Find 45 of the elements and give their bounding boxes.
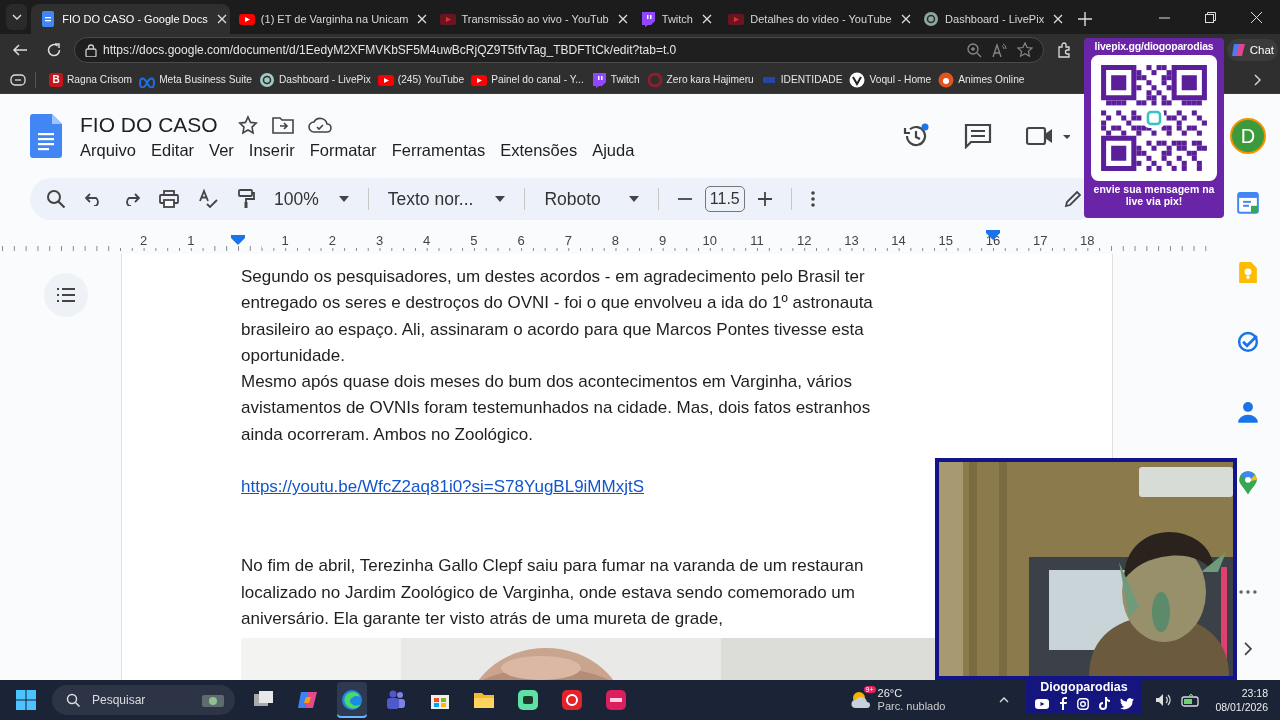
paragraph: Mesmo após quase dois meses do bum dos acontecimentos em Varginha, vários avistamentos de OVNIs foram testemunhados na cidade. Mas, dois fatos estranhos ainda ocorreram. Ambos no Zoológico. [241,371,872,446]
bookmark[interactable]: (245) YouTube [375,69,467,90]
clock-date[interactable]: 08/01/2026 [1215,700,1268,714]
menu-item[interactable]: Extensões [500,140,578,160]
weather-condition: Parc. nublado [877,700,946,713]
paragraph: Segundo os pesquisadores, um destes acordos - em agradecimento pelo Brasil ter entregado os seres e destroços do OVNI - foi o que envolveu a ida do 1º astronauta brasileiro ao espaço. Ali, assinaram o acordo para que Marcos Pontes tivesse esta oportunidade. [241,266,874,367]
font-size-field[interactable]: 11.5 [704,186,745,212]
chat-button[interactable]: Chat [1226,39,1278,61]
bookmark[interactable]: Zero kara Hajimeru [644,69,756,90]
bookmark[interactable]: Painel do canal - Y... [469,69,586,90]
menu-item[interactable]: Editar [150,140,195,160]
livepix-url: livepix.gg/diogoparodias [1094,40,1214,52]
font-dropdown[interactable]: Roboto [544,188,639,210]
zoom-dropdown[interactable]: 100% [274,188,349,210]
menu-item[interactable]: Inserir [248,140,295,160]
bookmark[interactable]: Twitch [588,69,642,90]
menu-item[interactable]: Ver [209,140,234,160]
bookmark[interactable]: Meta Business Suite [137,69,254,90]
browser-tab[interactable]: (1) ET de Varginha na Unicam [229,4,431,34]
browser-tab[interactable]: Detalhes do vídeo - YouTube [719,4,915,34]
address-field[interactable]: https://docs.google.com/document/d/1EedyM2XFMVKbSF5M4uwBcRjQZ9T5tfvTag_TBDFTtCk/edit?tab=t.0 [74,37,1044,63]
bookmark[interactable]: Voqul - Home [847,69,934,90]
bookmark[interactable]: Animes Online [936,69,1027,90]
livepix-message: envie sua mensagem na live via pix! [1092,183,1216,207]
browser-tab[interactable]: FIO DO CASO - Google Docs [31,4,230,34]
link[interactable]: https://youtu.be/WfcZ2aq81i0?si=S78YugBL9iMMxjtS [241,474,645,501]
browser-tab[interactable]: Twitch [630,4,720,34]
browser-tab[interactable]: Transmissão ao vivo - YouTub [430,4,631,34]
bookmark[interactable]: Dashboard - LivePix [257,69,373,90]
menu-item[interactable]: Ajuda [592,140,635,160]
search-field[interactable]: Pesquisar [52,685,235,715]
temperature: 26°C [877,687,904,700]
letter-icon: B [49,72,63,87]
bookmark[interactable]: B Ragna Crisom [47,70,135,89]
channel-name: Diogoparodias [1040,680,1128,695]
document-title[interactable]: FIO DO CASO [80,112,218,137]
menu-item[interactable]: Arquivo [80,140,136,160]
style-dropdown[interactable]: Texto nor... [387,188,506,210]
bookmark[interactable]: IDENTIDADE [758,69,845,90]
avatar[interactable]: D [1230,118,1266,154]
clock-time[interactable]: 23:18 [1241,686,1268,700]
browser-tab[interactable]: Dashboard - LivePix [914,4,1068,34]
menu-item[interactable]: Ferramentas [391,140,486,160]
paragraph: No fim de abril, Terezinha Gallo Clepf saiu para fumar na varanda de um restauran localizado no Jardim Zoológico de Varginha, onde estava sendo comemorado um aniversário. Ela garante ter visto atrás de uma mureta de grade, [241,555,865,630]
menu-item[interactable]: Formatar [309,140,377,160]
